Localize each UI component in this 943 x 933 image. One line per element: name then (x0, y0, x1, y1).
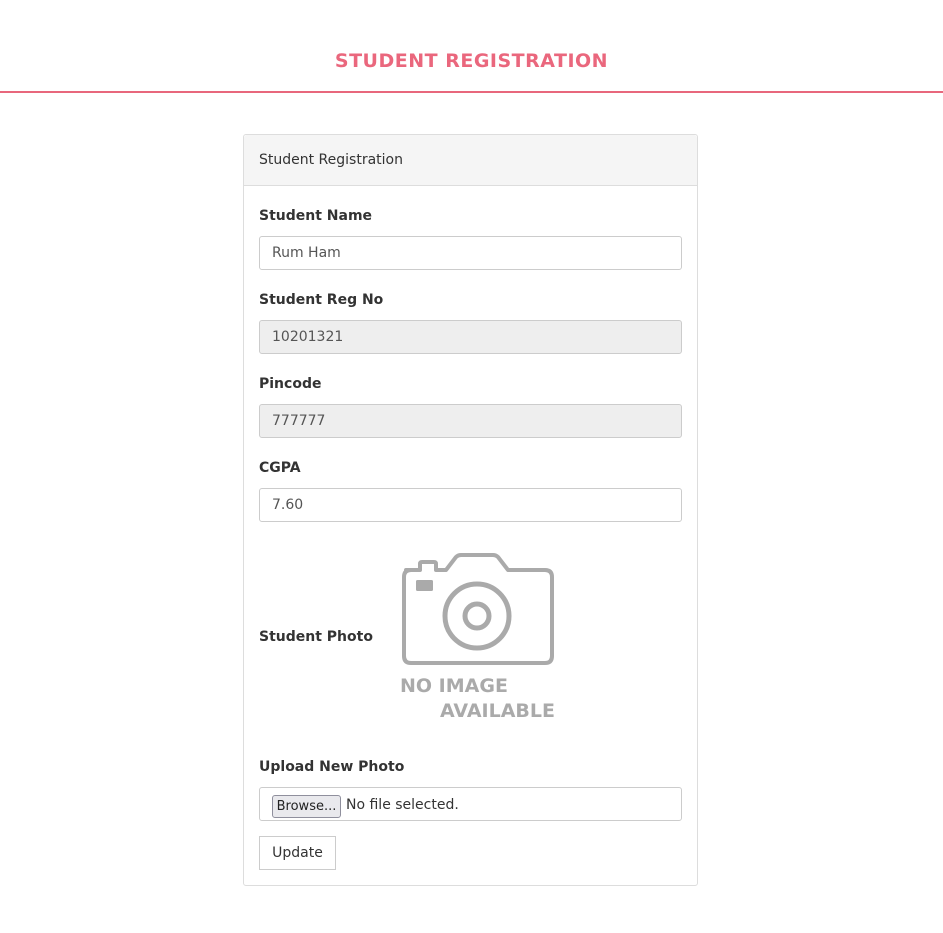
no-image-text-line2: AVAILABLE (440, 700, 555, 722)
panel-heading: Student Registration (244, 135, 697, 186)
camera-icon (402, 553, 554, 665)
file-status-text: No file selected. (346, 797, 459, 813)
pincode-label: Pincode (259, 376, 322, 392)
student-name-label: Student Name (259, 208, 373, 224)
page-title: STUDENT REGISTRATION (334, 50, 609, 72)
photo-file-input[interactable]: Browse... No file selected. (259, 787, 682, 821)
no-image-placeholder: NO IMAGE AVAILABLE (400, 552, 560, 728)
cgpa-label: CGPA (259, 460, 301, 476)
page-header: STUDENT REGISTRATION (0, 0, 943, 93)
cgpa-input[interactable]: 7.60 (259, 488, 682, 522)
pincode-input[interactable]: 777777 (259, 404, 682, 438)
reg-no-label: Student Reg No (259, 292, 384, 308)
student-name-input[interactable]: Rum Ham (259, 236, 682, 270)
no-image-text-line1: NO IMAGE (400, 675, 508, 697)
upload-photo-label: Upload New Photo (259, 759, 405, 775)
registration-panel: Student Registration Student Name Rum Ha… (243, 134, 698, 886)
reg-no-input[interactable]: 10201321 (259, 320, 682, 354)
student-photo-label: Student Photo (259, 629, 373, 645)
update-button[interactable]: Update (259, 836, 336, 870)
browse-button[interactable]: Browse... (272, 795, 341, 818)
